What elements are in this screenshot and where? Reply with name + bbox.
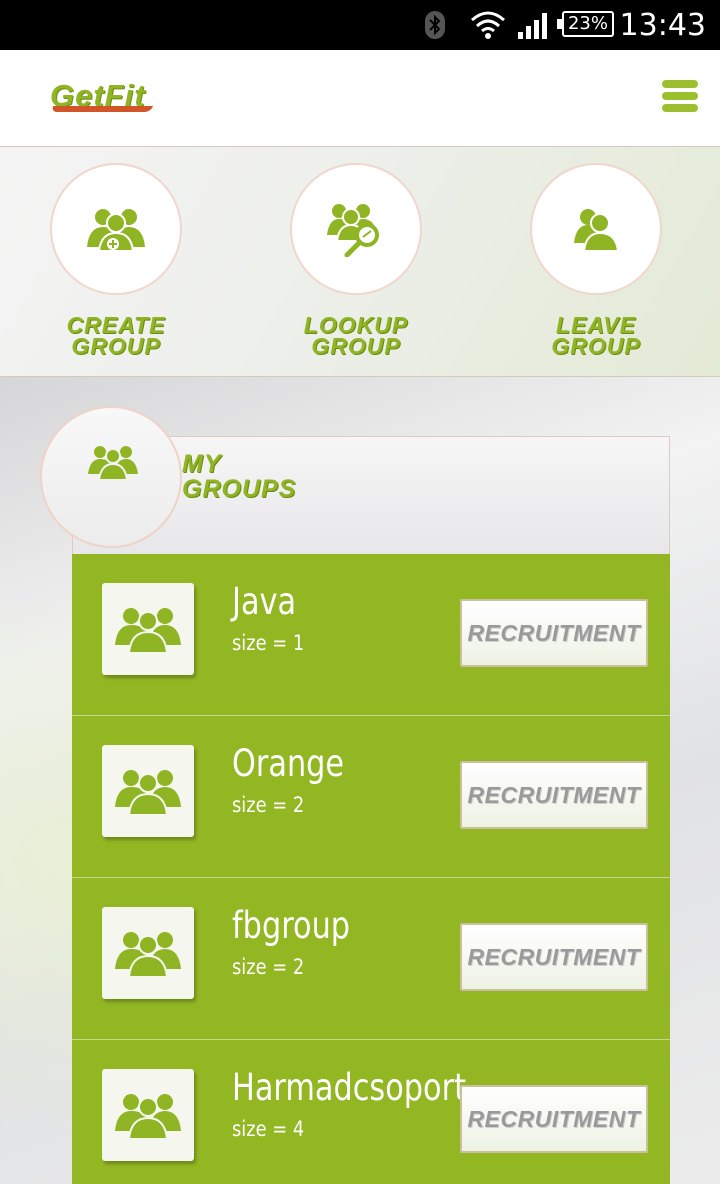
group-actions-bar: CREATE GROUP LOOKUP GROUP LEAVE GROUP: [0, 147, 720, 377]
group-icon: [115, 770, 181, 815]
recruitment-button[interactable]: RECRUITMENT: [460, 923, 648, 991]
group-name: Harmadcsoport: [232, 1066, 466, 1109]
group-size: size = 4: [232, 1117, 305, 1141]
group-list: Java size = 1 RECRUITMENT Orange size = …: [72, 554, 670, 1184]
group-leave-icon: [574, 209, 620, 251]
group-thumbnail: [102, 1069, 194, 1161]
group-thumbnail: [102, 745, 194, 837]
group-icon: [88, 446, 138, 480]
group-row[interactable]: Java size = 1 RECRUITMENT: [72, 554, 670, 716]
group-icon: [115, 608, 181, 653]
my-groups-title: MY GROUPS: [182, 450, 297, 503]
group-icon: [115, 932, 181, 977]
create-group-label: CREATE GROUP: [66, 312, 166, 359]
group-size: size = 2: [232, 955, 305, 979]
lookup-group-button[interactable]: LOOKUP GROUP: [286, 163, 426, 359]
lookup-group-label: LOOKUP GROUP: [303, 312, 409, 359]
group-row[interactable]: fbgroup size = 2 RECRUITMENT: [72, 878, 670, 1040]
recruitment-button[interactable]: RECRUITMENT: [460, 1085, 648, 1153]
group-name: Java: [232, 580, 297, 623]
group-name: Orange: [232, 742, 345, 785]
group-add-icon: [87, 209, 145, 251]
group-size: size = 2: [232, 793, 305, 817]
lookup-group-circle[interactable]: [290, 163, 422, 295]
logo-swoosh: [50, 106, 154, 112]
group-row[interactable]: Orange size = 2 RECRUITMENT: [72, 716, 670, 878]
signal-icon: [518, 13, 547, 39]
group-row[interactable]: Harmadcsoport size = 4 RECRUITMENT: [72, 1040, 670, 1184]
leave-group-circle[interactable]: [530, 163, 662, 295]
recruitment-button[interactable]: RECRUITMENT: [460, 761, 648, 829]
wifi-icon: [471, 11, 505, 39]
group-thumbnail: [102, 907, 194, 999]
group-thumbnail: [102, 583, 194, 675]
leave-group-button[interactable]: LEAVE GROUP: [526, 163, 666, 359]
hamburger-icon: [662, 80, 698, 88]
create-group-circle[interactable]: [50, 163, 182, 295]
group-search-icon: [327, 204, 379, 257]
group-size: size = 1: [232, 631, 305, 655]
group-icon: [115, 1094, 181, 1139]
menu-button[interactable]: [662, 80, 698, 112]
clock: 13:43: [619, 8, 706, 43]
bluetooth-icon: [425, 11, 445, 39]
battery-indicator: 23%: [557, 11, 614, 37]
recruitment-button[interactable]: RECRUITMENT: [460, 599, 648, 667]
group-name: fbgroup: [232, 904, 351, 947]
create-group-button[interactable]: CREATE GROUP: [46, 163, 186, 359]
status-bar: 23% 13:43: [0, 0, 720, 50]
leave-group-label: LEAVE GROUP: [551, 312, 641, 359]
